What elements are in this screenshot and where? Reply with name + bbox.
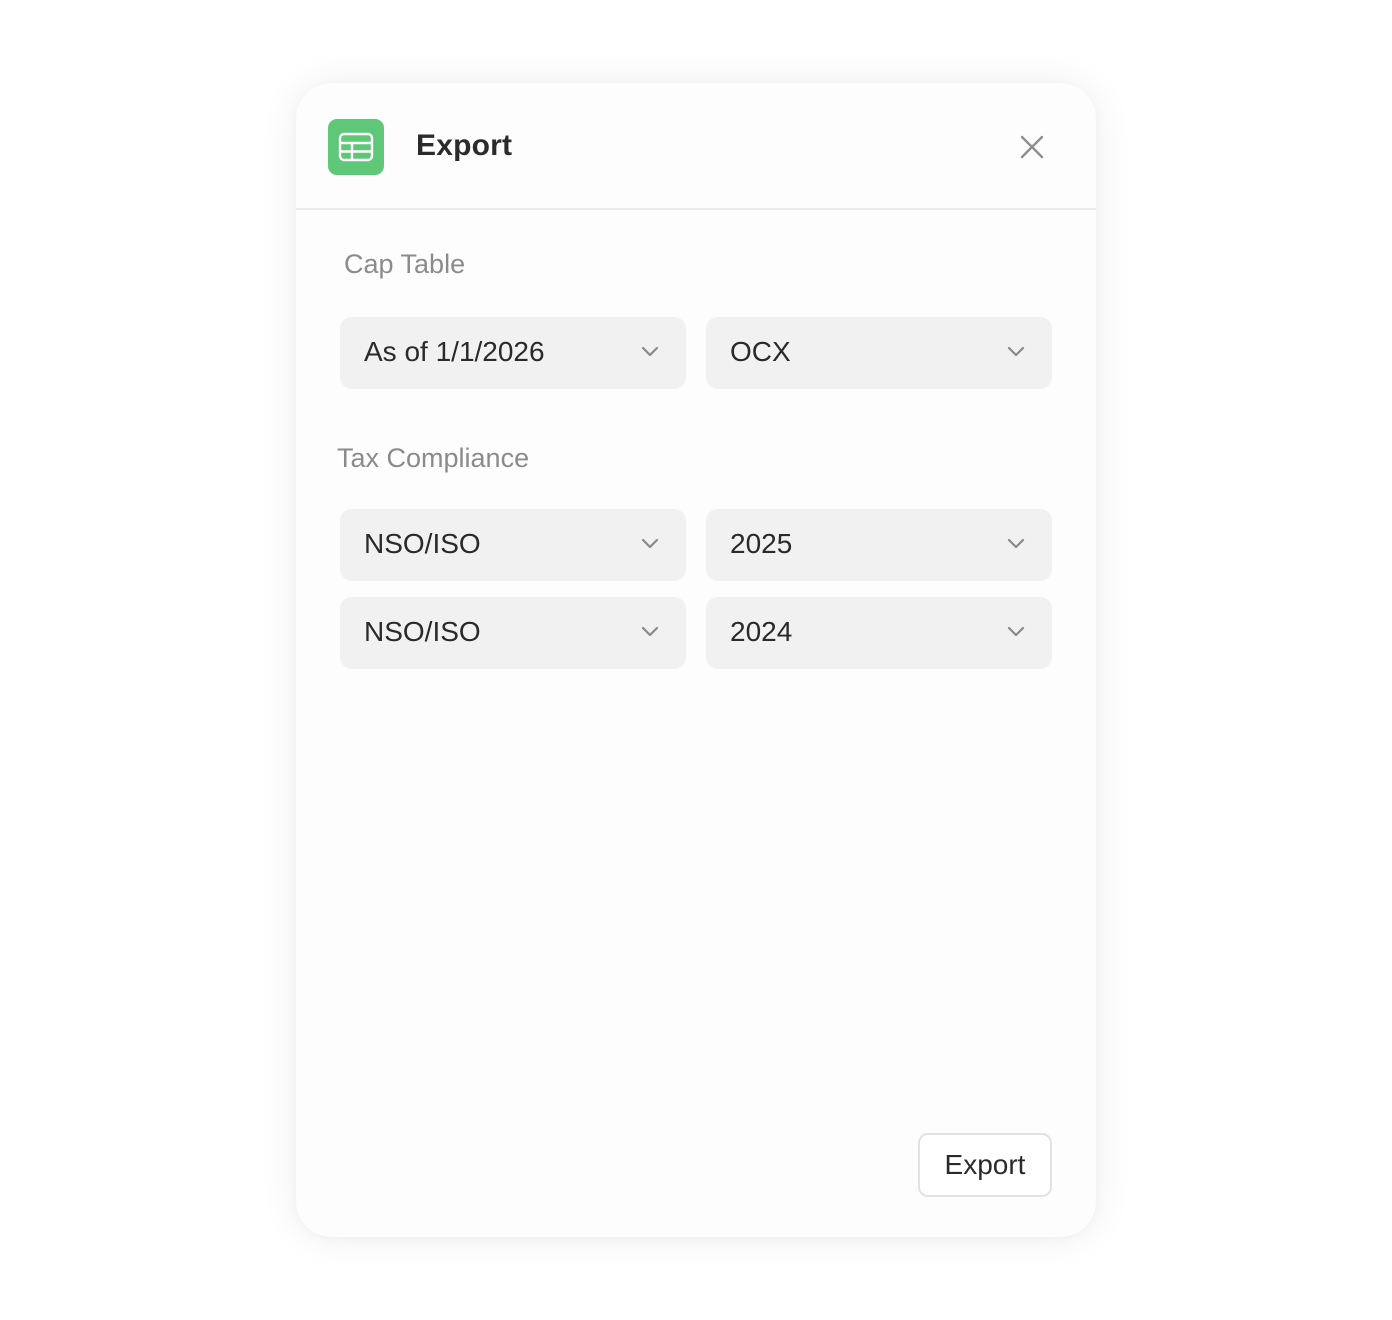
cap-table-date-select[interactable]: As of 1/1/2026	[340, 317, 686, 389]
export-button[interactable]: Export	[918, 1133, 1052, 1197]
chevron-down-icon	[641, 626, 659, 637]
select-value: NSO/ISO	[364, 528, 481, 559]
cap-table-format-select[interactable]: OCX	[706, 317, 1052, 389]
chevron-down-icon	[1007, 626, 1025, 637]
close-button[interactable]	[1014, 129, 1050, 165]
tax-year-select-2[interactable]: 2024	[706, 597, 1052, 669]
close-icon	[1020, 135, 1044, 159]
dialog-header: Export	[296, 83, 1096, 210]
tax-type-select-2[interactable]: NSO/ISO	[340, 597, 686, 669]
spreadsheet-icon	[328, 119, 384, 175]
select-value: 2024	[730, 616, 793, 647]
tax-year-select-1[interactable]: 2025	[706, 509, 1052, 581]
select-value: NSO/ISO	[364, 616, 481, 647]
tax-type-select-1[interactable]: NSO/ISO	[340, 509, 686, 581]
export-dialog: Export Cap Table As of 1/1/2026 OCX Tax …	[296, 83, 1096, 1237]
tax-compliance-label: Tax Compliance	[337, 443, 530, 473]
chevron-down-icon	[641, 538, 659, 549]
select-value: As of 1/1/2026	[364, 336, 545, 367]
chevron-down-icon	[1007, 346, 1025, 357]
chevron-down-icon	[641, 346, 659, 357]
cap-table-label: Cap Table	[344, 249, 466, 279]
dialog-title: Export	[416, 129, 513, 162]
select-value: OCX	[730, 336, 791, 367]
chevron-down-icon	[1007, 538, 1025, 549]
select-value: 2025	[730, 528, 793, 559]
